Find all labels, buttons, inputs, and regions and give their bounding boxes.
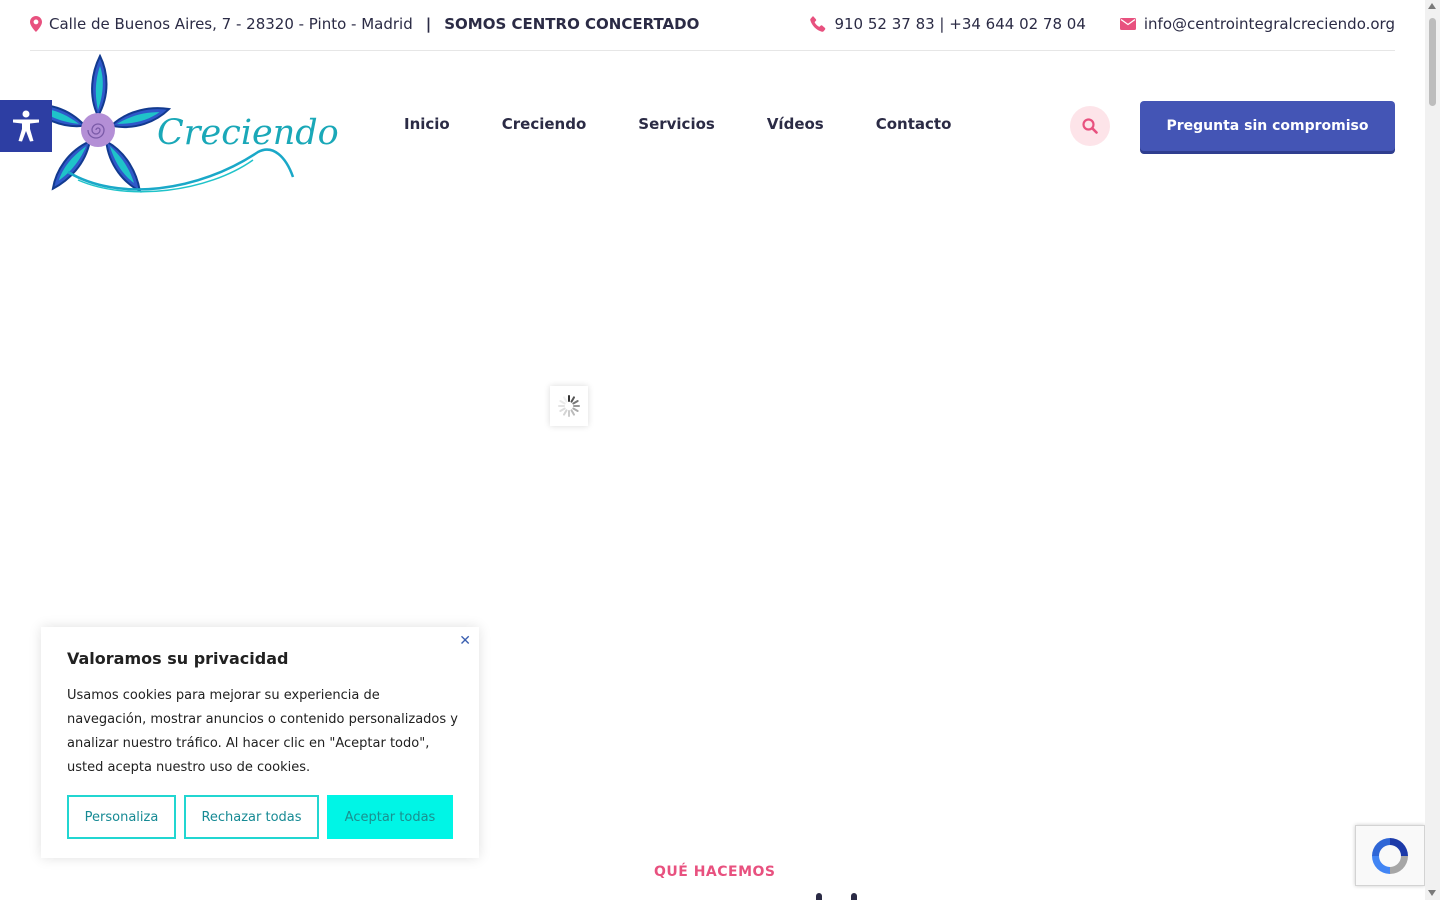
top-info-bar: Calle de Buenos Aires, 7 - 28320 - Pinto… [30, 0, 1395, 51]
logo-wordmark: Creciendo [157, 113, 339, 153]
page-scrollbar[interactable] [1425, 0, 1440, 900]
address-block: Calle de Buenos Aires, 7 - 28320 - Pinto… [30, 15, 699, 33]
main-nav: Inicio Creciendo Servicios Vídeos Contac… [404, 115, 1003, 133]
accessibility-toggle[interactable] [0, 100, 52, 152]
ask-no-commitment-button[interactable]: Pregunta sin compromiso [1140, 101, 1395, 151]
contact-block: 910 52 37 83 | +34 644 02 78 04 info@cen… [810, 15, 1395, 33]
mail-icon [1119, 18, 1136, 30]
close-icon[interactable]: ✕ [459, 633, 471, 649]
topbar-separator: | [425, 15, 432, 33]
accessibility-icon [13, 110, 39, 142]
accept-all-button[interactable]: Aceptar todas [327, 795, 453, 839]
customize-button[interactable]: Personaliza [67, 795, 176, 839]
phone-icon [810, 16, 826, 32]
scroll-down-arrow[interactable] [1428, 890, 1436, 896]
reject-all-button[interactable]: Rechazar todas [184, 795, 319, 839]
search-button[interactable] [1070, 106, 1110, 146]
heading-glyph-fragment [816, 893, 822, 900]
nav-item-inicio[interactable]: Inicio [404, 115, 450, 133]
recaptcha-badge[interactable] [1355, 825, 1425, 886]
cookie-body: Usamos cookies para mejorar su experienc… [67, 688, 458, 775]
map-pin-icon [30, 16, 42, 32]
phone-link[interactable]: 910 52 37 83 | +34 644 02 78 04 [810, 15, 1086, 33]
concertado-label: SOMOS CENTRO CONCERTADO [444, 15, 700, 33]
phone-text: 910 52 37 83 | +34 644 02 78 04 [834, 15, 1086, 33]
nav-item-servicios[interactable]: Servicios [638, 115, 715, 133]
loading-spinner-icon [558, 395, 580, 417]
nav-item-creciendo[interactable]: Creciendo [502, 115, 587, 133]
cookie-title: Valoramos su privacidad [67, 649, 289, 668]
recaptcha-icon [1372, 837, 1408, 874]
address-text: Calle de Buenos Aires, 7 - 28320 - Pinto… [49, 15, 413, 33]
nav-item-videos[interactable]: Vídeos [767, 115, 824, 133]
cookie-consent-panel: ✕ Valoramos su privacidad Usamos cookies… [41, 627, 479, 858]
loading-spinner [550, 386, 588, 426]
heading-glyph-fragment [851, 893, 857, 900]
section-eyebrow: QUÉ HACEMOS [654, 864, 776, 880]
scroll-thumb[interactable] [1429, 18, 1436, 106]
email-text: info@centrointegralcreciendo.org [1143, 15, 1395, 33]
nav-item-contacto[interactable]: Contacto [876, 115, 952, 133]
email-link[interactable]: info@centrointegralcreciendo.org [1119, 15, 1395, 33]
scroll-up-arrow[interactable] [1428, 3, 1436, 9]
search-icon [1082, 118, 1098, 134]
